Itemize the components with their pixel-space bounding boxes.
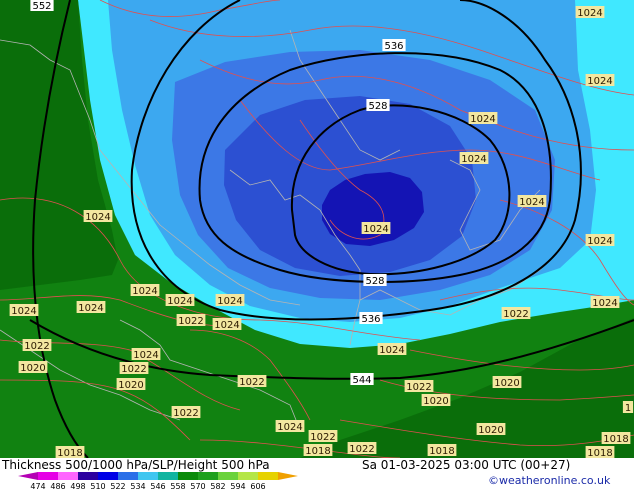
pressure-label: 1020	[423, 396, 448, 407]
scale-swatch	[158, 472, 178, 480]
pressure-label: 1018	[603, 434, 628, 445]
pressure-label: 1024	[519, 197, 544, 208]
scale-label: 522	[110, 482, 125, 490]
scale-swatch	[58, 472, 78, 480]
pressure-label: 1022	[503, 309, 528, 320]
pressure-label: 1024	[592, 298, 617, 309]
scale-swatch	[258, 472, 278, 480]
scale-swatch	[18, 472, 38, 480]
weather-map: 552 536 528 528 536 544 1024 1024 1024 1024 1024 10…	[0, 0, 634, 458]
scale-label: 510	[90, 482, 105, 490]
scale-swatch	[78, 472, 98, 480]
height-label: 544	[352, 375, 371, 386]
pressure-label: 1022	[349, 444, 374, 455]
pressure-label: 1024	[363, 224, 388, 235]
scale-label: 474	[30, 482, 45, 490]
pressure-label: 1024	[78, 303, 103, 314]
pressure-label: 1024	[85, 212, 110, 223]
scale-swatch	[138, 472, 158, 480]
height-label: 528	[368, 101, 387, 112]
scale-swatch	[218, 472, 238, 480]
height-label: 528	[365, 276, 384, 287]
pressure-label: 1022	[406, 382, 431, 393]
pressure-label: 1018	[587, 448, 612, 458]
scale-swatch	[98, 472, 118, 480]
pressure-label: 1018	[57, 448, 82, 458]
pressure-label: 1024	[379, 345, 404, 356]
scale-swatch	[278, 472, 298, 480]
pressure-label: 1022	[121, 364, 146, 375]
pressure-label: 1024	[277, 422, 302, 433]
pressure-label: 1022	[239, 377, 264, 388]
pressure-label: 1024	[587, 236, 612, 247]
scale-label: 534	[130, 482, 145, 490]
pressure-label: 1022	[173, 408, 198, 419]
credit-link[interactable]: ©weatheronline.co.uk	[488, 474, 610, 487]
pressure-label: 1024	[587, 76, 612, 87]
height-label: 552	[32, 1, 51, 12]
scale-swatch	[118, 472, 138, 480]
forecast-datetime: Sa 01-03-2025 03:00 UTC (00+27)	[362, 458, 571, 472]
pressure-label: 1024	[132, 286, 157, 297]
pressure-label: 1024	[217, 296, 242, 307]
pressure-label: 1018	[305, 446, 330, 457]
scale-swatches	[18, 472, 298, 480]
pressure-label: 1024	[167, 296, 192, 307]
pressure-label: 1024	[470, 114, 495, 125]
scale-labels: 474 486 498 510 522 534 546 558 570 582 594 606	[30, 482, 265, 490]
scale-label: 498	[70, 482, 85, 490]
thickness-scale: 474 486 498 510 522 534 546 558 570 582 594 606	[18, 472, 298, 490]
scale-swatch	[178, 472, 198, 480]
pressure-label: 1020	[20, 363, 45, 374]
scale-label: 546	[150, 482, 165, 490]
scale-label: 594	[230, 482, 245, 490]
pressure-label: 1024	[133, 350, 158, 361]
scale-label: 570	[190, 482, 205, 490]
scale-label: 558	[170, 482, 185, 490]
pressure-label: 1018	[429, 446, 454, 457]
pressure-label: 1024	[461, 154, 486, 165]
scale-label: 606	[250, 482, 265, 490]
scale-swatch	[38, 472, 58, 480]
pressure-label: 1024	[577, 8, 602, 19]
scale-swatch	[198, 472, 218, 480]
pressure-label: 1020	[478, 425, 503, 436]
pressure-label: 1020	[118, 380, 143, 391]
pressure-label: 1022	[310, 432, 335, 443]
height-label: 536	[361, 314, 380, 325]
pressure-label: 1022	[178, 316, 203, 327]
pressure-label: 1024	[214, 320, 239, 331]
pressure-label: 1024	[11, 306, 36, 317]
scale-swatch	[238, 472, 258, 480]
height-label: 536	[384, 41, 403, 52]
pressure-label: 1022	[24, 341, 49, 352]
pressure-label: 1	[625, 403, 631, 414]
pressure-label: 1020	[494, 378, 519, 389]
map-footer: Thickness 500/1000 hPa/SLP/Height 500 hP…	[0, 458, 634, 490]
scale-label: 486	[50, 482, 65, 490]
scale-label: 582	[210, 482, 225, 490]
